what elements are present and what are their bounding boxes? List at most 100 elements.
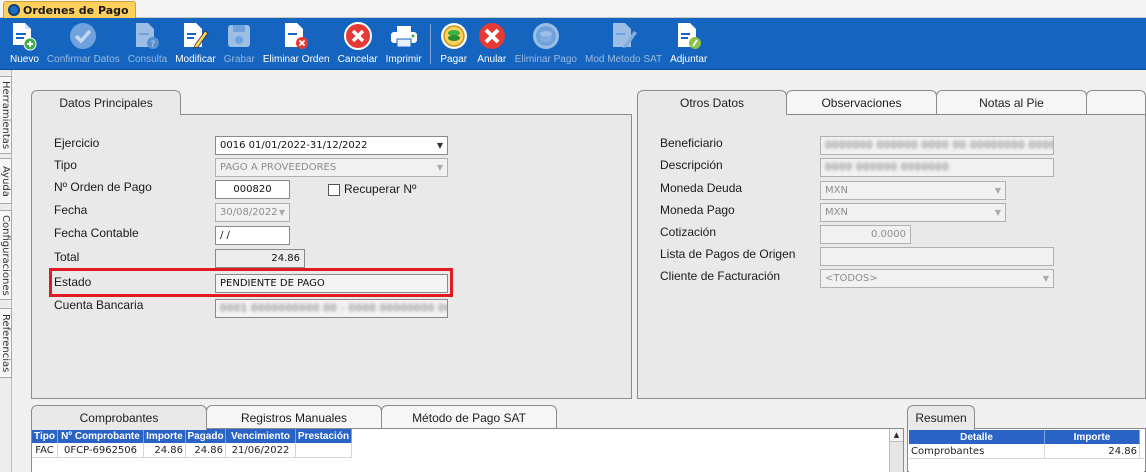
tipo-select[interactable]: PAGO A PROVEEDORES ▼ [215,158,448,177]
eliminar-orden-button[interactable]: Eliminar Orden [259,18,334,70]
tab-datos-principales[interactable]: Datos Principales [31,90,181,115]
tab-comprobantes[interactable]: Comprobantes [31,405,207,430]
nuevo-button[interactable]: Nuevo [6,18,43,70]
table-row[interactable]: FAC 0FCP-6962506 24.86 24.86 21/06/2022 [32,443,352,458]
tab-observaciones[interactable]: Observaciones [786,90,937,114]
mod-metodo-sat-button[interactable]: Mod Metodo SAT [581,18,666,70]
grabar-button[interactable]: Grabar [220,18,259,70]
comprobantes-scrollbar[interactable]: ▲ [889,429,903,472]
confirmar-datos-label: Confirmar Datos [46,54,120,65]
chevron-down-icon: ▼ [994,186,1002,195]
col-importe[interactable]: Importe [1045,430,1140,444]
doc-delete-icon [285,23,309,49]
tab-notas-al-pie[interactable]: Notas al Pie [936,90,1087,114]
imprimir-button[interactable]: Imprimir [382,18,426,70]
pagar-label: Pagar [440,54,468,65]
app-logo-icon [8,4,20,16]
tab-label: Observaciones [821,95,902,110]
grabar-label: Grabar [223,54,255,65]
moneda-deuda-select[interactable]: MXN ▼ [820,181,1006,200]
check-circle-icon [70,23,97,49]
col-tipo[interactable]: Tipo [32,429,58,443]
modificar-label: Modificar [175,54,216,65]
window-tab[interactable]: Ordenes de Pago [3,1,136,18]
recuperar-label: Recuperar Nº [344,182,417,196]
void-x-icon [478,23,505,49]
total-label: Total [54,250,80,264]
cotizacion-label: Cotización [660,225,717,239]
cuenta-bancaria-field[interactable]: 0001 0000000000 00 - 0000 00000000 0000 [215,299,448,318]
descripcion-field[interactable]: 0000 000000 0000000 [820,158,1054,177]
estado-label: Estado [54,275,92,289]
cotizacion-input[interactable]: 0.0000 [820,225,911,244]
cell-importe: 24.86 [144,443,186,457]
adjuntar-label: Adjuntar [670,54,708,65]
table-row[interactable]: Comprobantes 24.86 [909,444,1144,459]
tab-otros-datos[interactable]: Otros Datos [637,90,787,115]
datos-principales-panel [31,114,632,399]
confirmar-datos-button[interactable]: Confirmar Datos [43,18,124,70]
side-tab-ayuda[interactable]: Ayuda [0,158,12,204]
cell-pagado: 24.86 [186,443,226,457]
side-tab-configuraciones[interactable]: Configuraciones [0,210,12,300]
cancelar-label: Cancelar [337,54,378,65]
eliminar-pago-button[interactable]: Eliminar Pago [511,18,581,70]
tab-resumen[interactable]: Resumen [907,405,975,430]
tab-label: Comprobantes [79,411,159,425]
moneda-deuda-value: MXN [825,185,848,196]
anular-label: Anular [477,54,507,65]
ejercicio-select[interactable]: 0016 01/01/2022-31/12/2022 ▼ [215,136,448,155]
cell-tipo: FAC [32,443,58,457]
cliente-facturacion-value: <TODOS> [825,273,878,284]
fecha-contable-value: / / [220,230,230,241]
lista-pagos-field[interactable] [820,247,1054,266]
estado-value: PENDIENTE DE PAGO [220,278,325,289]
fecha-label: Fecha [54,203,88,217]
ejercicio-value: 0016 01/01/2022-31/12/2022 [220,140,368,151]
pagar-button[interactable]: Pagar [435,18,473,70]
tab-more[interactable] [1086,90,1146,114]
side-tab-herramientas[interactable]: Herramientas [0,76,12,154]
beneficiario-label: Beneficiario [660,136,723,150]
moneda-pago-select[interactable]: MXN ▼ [820,203,1006,222]
col-importe[interactable]: Importe [144,429,186,443]
modificar-button[interactable]: Modificar [171,18,220,70]
tab-metodo-pago-sat[interactable]: Método de Pago SAT [381,405,557,429]
anular-button[interactable]: Anular [473,18,511,70]
consulta-label: Consulta [127,54,168,65]
doc-edit-sat-icon [612,23,637,48]
window-title: Ordenes de Pago [23,3,129,17]
moneda-deuda-label: Moneda Deuda [660,181,743,195]
side-tab-referencias[interactable]: Referencias [0,308,12,378]
fecha-contable-input[interactable]: / / [215,226,290,245]
bottom-tab-row: Comprobantes Registros Manuales Método d… [31,405,557,430]
scroll-up-icon[interactable]: ▲ [890,429,903,442]
col-nro-comprobante[interactable]: Nº Comprobante [58,429,144,443]
tab-label: Datos Principales [59,96,153,110]
recuperar-checkbox[interactable] [328,184,340,196]
doc-attach-icon [677,23,701,49]
moneda-pago-value: MXN [825,207,848,218]
cliente-facturacion-select[interactable]: <TODOS> ▼ [820,269,1054,288]
tab-registros-manuales[interactable]: Registros Manuales [206,405,382,429]
side-tab-strip: Herramientas Ayuda Configuraciones Refer… [0,70,12,472]
adjuntar-button[interactable]: Adjuntar [666,18,711,70]
beneficiario-field[interactable]: 0000000 000000 0000 00 00000000 00000 00 [820,136,1054,155]
save-icon [228,25,251,47]
orden-input[interactable]: 000820 [215,180,290,199]
consulta-button[interactable]: ? Consulta [124,18,171,70]
fecha-input[interactable]: 30/08/2022 ▼ [215,203,290,222]
col-pagado[interactable]: Pagado [186,429,226,443]
col-detalle[interactable]: Detalle [909,430,1045,444]
cell-importe: 24.86 [1045,444,1140,458]
col-vencimiento[interactable]: Vencimiento [226,429,296,443]
nuevo-label: Nuevo [10,54,39,65]
cell-nro-comprobante: 0FCP-6962506 [58,443,144,457]
eliminar-orden-label: Eliminar Orden [262,54,330,65]
col-prestacion[interactable]: Prestación [296,429,352,443]
cancelar-button[interactable]: Cancelar [334,18,382,70]
lista-pagos-label: Lista de Pagos de Origen [660,247,796,261]
coins-icon [440,23,467,49]
cuenta-bancaria-value: 0001 0000000000 00 - 0000 00000000 0000 [220,303,448,314]
orden-value: 000820 [233,184,272,195]
